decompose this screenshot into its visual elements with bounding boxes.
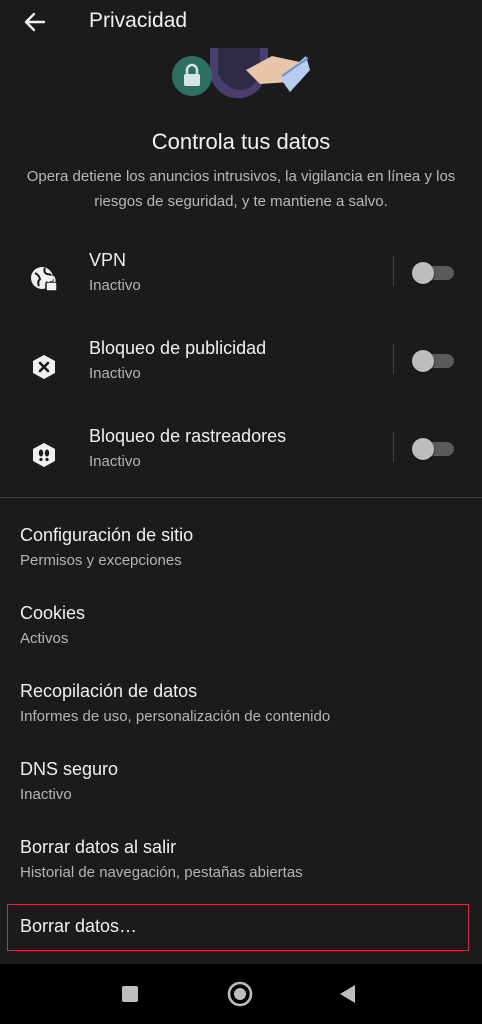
tracker-block-icon: [28, 439, 60, 471]
globe-lock-icon: [28, 263, 60, 295]
page-title: Privacidad: [89, 9, 188, 32]
data-collection-subtitle: Informes de uso, personalización de cont…: [20, 708, 331, 725]
cookies-subtitle: Activos: [20, 630, 69, 647]
ad-block-status: Inactivo: [89, 365, 141, 382]
clear-data-button[interactable]: Borrar datos…: [7, 904, 469, 951]
toggle-knob: [412, 438, 434, 460]
tracker-block-title: Bloqueo de rastreadores: [89, 426, 287, 446]
ad-block-toggle[interactable]: [412, 348, 454, 372]
recents-button[interactable]: [115, 979, 145, 1009]
clear-data-label: Borrar datos…: [20, 916, 138, 936]
toggle-knob: [412, 262, 434, 284]
cookies-item[interactable]: Cookies Activos: [0, 603, 482, 673]
vpn-toggle[interactable]: [412, 260, 454, 284]
data-collection-item[interactable]: Recopilación de datos Informes de uso, p…: [0, 681, 482, 751]
ad-block-title: Bloqueo de publicidad: [89, 338, 267, 358]
secure-dns-item[interactable]: DNS seguro Inactivo: [0, 759, 482, 829]
cookies-title: Cookies: [20, 603, 86, 623]
back-triangle-icon: [340, 985, 355, 1003]
vpn-status: Inactivo: [89, 277, 141, 294]
clear-on-exit-title: Borrar datos al salir: [20, 837, 177, 857]
tracker-block-toggle[interactable]: [412, 436, 454, 460]
divider: [393, 256, 394, 286]
vpn-title: VPN: [89, 250, 127, 270]
site-settings-item[interactable]: Configuración de sitio Permisos y excepc…: [0, 525, 482, 595]
clear-on-exit-item[interactable]: Borrar datos al salir Historial de naveg…: [0, 837, 482, 907]
home-circle-icon: [227, 981, 253, 1007]
divider: [393, 432, 394, 462]
ad-block-row[interactable]: Bloqueo de publicidad Inactivo: [0, 331, 482, 411]
section-heading: Controla tus datos: [151, 129, 331, 154]
data-collection-title: Recopilación de datos: [20, 681, 198, 701]
section-divider: [0, 497, 482, 498]
privacy-shield-illustration: [160, 48, 330, 108]
app-bar: Privacidad: [0, 0, 482, 44]
toggle-knob: [412, 350, 434, 372]
section-description: Opera detiene los anuncios intrusivos, l…: [26, 168, 456, 210]
divider: [393, 344, 394, 374]
system-nav-bar: [0, 964, 482, 1024]
recents-square-icon: [122, 986, 138, 1002]
clear-on-exit-subtitle: Historial de navegación, pestañas abiert…: [20, 864, 303, 881]
secure-dns-subtitle: Inactivo: [20, 786, 72, 803]
site-settings-title: Configuración de sitio: [20, 525, 194, 545]
home-button[interactable]: [225, 979, 255, 1009]
ad-block-icon: [28, 351, 60, 383]
back-nav-button[interactable]: [333, 979, 363, 1009]
site-settings-subtitle: Permisos y excepciones: [20, 552, 182, 569]
secure-dns-title: DNS seguro: [20, 759, 119, 779]
vpn-row[interactable]: VPN Inactivo: [0, 243, 482, 323]
tracker-block-row[interactable]: Bloqueo de rastreadores Inactivo: [0, 419, 482, 499]
back-button[interactable]: [20, 8, 50, 36]
tracker-block-status: Inactivo: [89, 453, 141, 470]
arrow-left-icon: [24, 12, 46, 32]
